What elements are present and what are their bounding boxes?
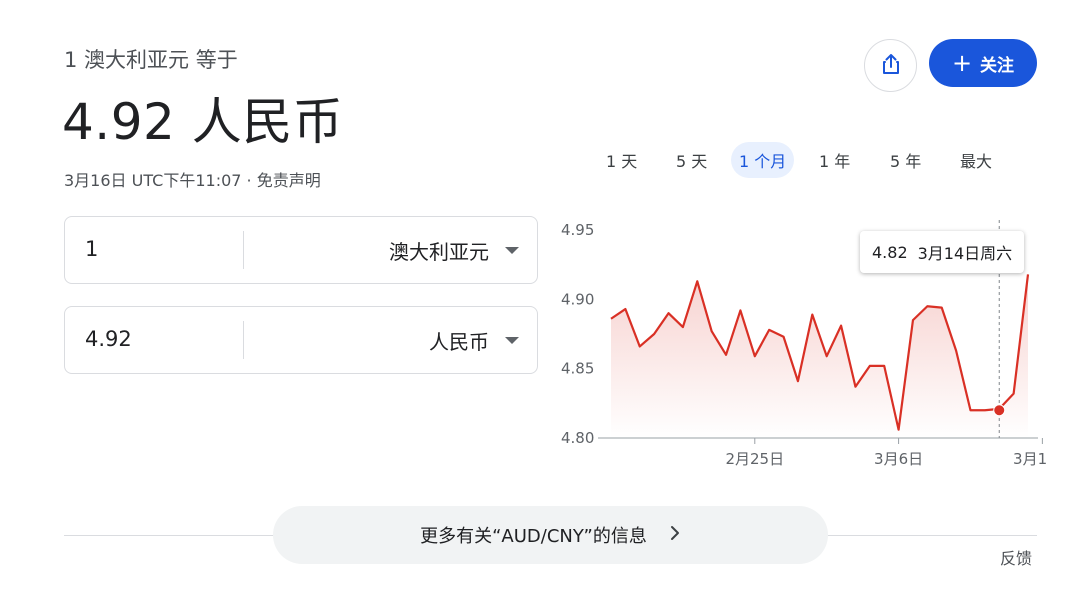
currency-converter-card: 1 澳大利亚元 等于 4.92 人民币 3月16日 UTC下午11:07 · 免… (0, 0, 1080, 601)
tooltip-date: 3月14日周六 (917, 244, 1013, 263)
y-tick-label: 4.95 (561, 221, 594, 239)
from-currency-select[interactable]: 澳大利亚元 (389, 236, 489, 265)
feedback-link[interactable]: 反馈 (1000, 545, 1032, 569)
share-icon (880, 52, 902, 80)
field-divider (243, 231, 244, 269)
chevron-right-icon (669, 525, 681, 546)
follow-label: 关注 (980, 55, 1015, 76)
chevron-down-icon[interactable] (505, 337, 519, 344)
more-info-button[interactable]: 更多有关“AUD/CNY”的信息 (273, 506, 828, 564)
highlight-point (993, 404, 1006, 417)
more-info-label: 更多有关“AUD/CNY”的信息 (420, 526, 647, 547)
disclaimer-link[interactable]: 免责声明 (257, 171, 321, 190)
chart-tooltip: 4.82 3月14日周六 (860, 231, 1025, 273)
divider-line (64, 535, 276, 536)
plus-icon: + (951, 49, 973, 77)
converted-value: 4.92 人民币 (62, 93, 344, 151)
x-tick-label: 2月25日 (725, 450, 784, 468)
tab-5-days[interactable]: 5 天 (668, 142, 715, 178)
timestamp: 3月16日 UTC下午11:07 (64, 171, 242, 190)
to-currency-select[interactable]: 人民币 (429, 326, 489, 355)
y-tick-label: 4.80 (561, 429, 594, 447)
x-tick-label: 3月15日 (1013, 450, 1048, 468)
tab-max[interactable]: 最大 (952, 142, 1000, 178)
share-button[interactable] (864, 39, 917, 92)
from-amount-input[interactable]: 1 (85, 237, 98, 261)
to-amount-input[interactable]: 4.92 (85, 327, 132, 351)
tab-1-day[interactable]: 1 天 (598, 142, 645, 178)
y-tick-label: 4.85 (561, 360, 594, 378)
area-fill (611, 274, 1028, 438)
field-divider (243, 321, 244, 359)
chevron-down-icon[interactable] (505, 247, 519, 254)
tab-5-years[interactable]: 5 年 (882, 142, 929, 178)
to-currency-row: 4.92 人民币 (64, 306, 538, 374)
timestamp-separator: · (241, 171, 257, 190)
timestamp-line: 3月16日 UTC下午11:07 · 免责声明 (64, 167, 321, 191)
x-tick-label: 3月6日 (874, 450, 923, 468)
tooltip-value: 4.82 (872, 242, 908, 262)
time-range-tabs: 1 天 5 天 1 个月 1 年 5 年 最大 (592, 142, 1032, 178)
tab-1-month[interactable]: 1 个月 (731, 142, 795, 178)
equals-label: 1 澳大利亚元 等于 (64, 48, 238, 72)
divider-line (826, 535, 1037, 536)
follow-button[interactable]: + 关注 (929, 39, 1037, 87)
tab-1-year[interactable]: 1 年 (811, 142, 858, 178)
from-currency-row: 1 澳大利亚元 (64, 216, 538, 284)
y-tick-label: 4.90 (561, 290, 594, 308)
